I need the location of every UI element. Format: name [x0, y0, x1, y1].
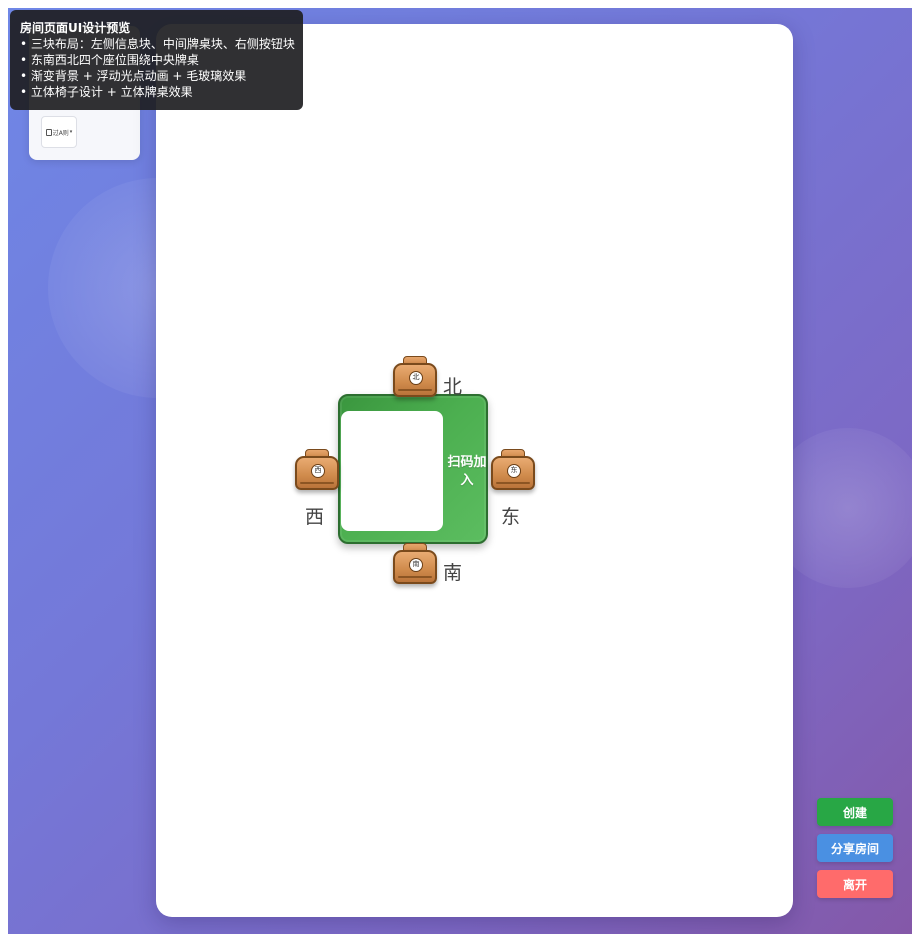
leave-button[interactable]: 离开: [817, 870, 893, 898]
chair-seat: 东: [491, 456, 535, 490]
document-icon: [45, 128, 52, 136]
seat-east-badge: 东: [507, 464, 521, 478]
chair-seat: 北: [393, 363, 437, 397]
seat-north-badge: 北: [409, 371, 423, 385]
mahjong-table: 扫码加入: [338, 394, 488, 544]
seat-south[interactable]: 南: [393, 543, 437, 585]
overlay-line: • 东南西北四个座位围绕中央牌桌: [20, 53, 199, 67]
overlay-line: • 渐变背景 + 浮动光点动画 + 毛玻璃效果: [20, 69, 247, 83]
seat-east-label: 东: [501, 506, 521, 528]
seat-south-label: 南: [443, 562, 463, 584]
create-button[interactable]: 创建: [817, 798, 893, 826]
seat-west[interactable]: 西: [295, 449, 339, 491]
seat-north[interactable]: 北: [393, 356, 437, 398]
seat-north-label: 北: [443, 376, 463, 398]
chair-seat: 西: [295, 456, 339, 490]
table-panel: 扫码加入 北 北 西 西 东 东 南 南: [156, 24, 793, 917]
overlay-line: • 三块布局：左侧信息块、中间牌桌块、右侧按钮块: [20, 37, 295, 51]
rule-chip[interactable]: 过A则 ▾: [41, 116, 77, 148]
design-preview-overlay: 房间页面UI设计预览 • 三块布局：左侧信息块、中间牌桌块、右侧按钮块 • 东南…: [10, 10, 303, 110]
scan-to-join-label: 扫码加入: [447, 455, 487, 488]
overlay-title: 房间页面UI设计预览: [20, 21, 131, 35]
room-qr-code[interactable]: [341, 411, 443, 531]
chair-seat: 南: [393, 550, 437, 584]
rule-chip-label: 过A则: [52, 129, 69, 137]
seat-south-badge: 南: [409, 558, 423, 572]
share-room-button[interactable]: 分享房间: [817, 834, 893, 862]
overlay-line: • 立体椅子设计 + 立体牌桌效果: [20, 85, 193, 99]
chevron-down-icon: ▾: [69, 129, 73, 135]
seat-west-label: 西: [305, 506, 325, 528]
room-background: 过A则 ▾ 扫码加入 北 北 西 西 东 东 南 南 创建 分享房间 离开: [8, 8, 912, 934]
seat-east[interactable]: 东: [491, 449, 535, 491]
seat-west-badge: 西: [311, 464, 325, 478]
